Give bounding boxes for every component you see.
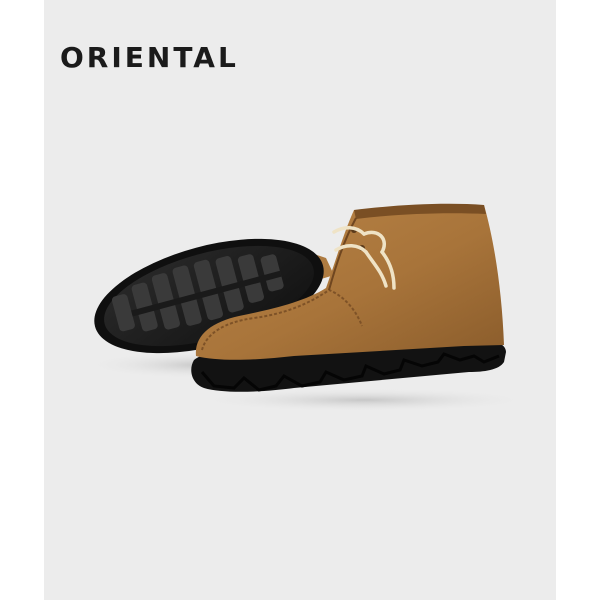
- suede-chukka-boot-icon: [84, 203, 534, 412]
- product-photo-panel: ORIENTAL: [44, 0, 556, 600]
- page-frame: ORIENTAL: [0, 0, 600, 600]
- brand-logo: ORIENTAL: [60, 41, 239, 74]
